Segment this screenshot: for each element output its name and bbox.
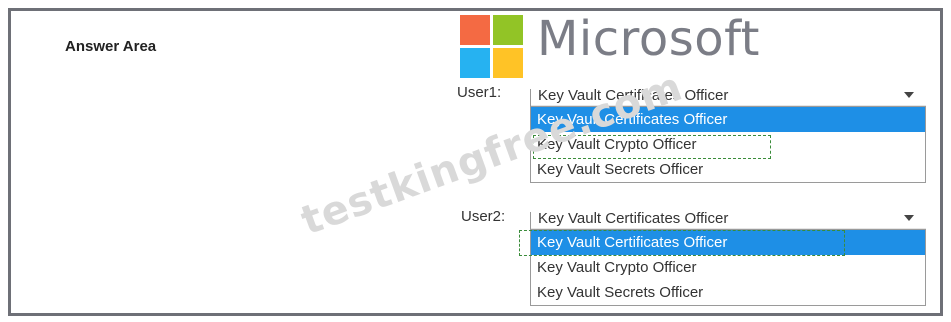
answer-area-title: Answer Area <box>65 38 157 55</box>
user2-option-secrets[interactable]: Key Vault Secrets Officer <box>531 280 925 305</box>
logo-square-red-icon <box>460 15 490 45</box>
user2-select[interactable]: Key Vault Certificates Officer <box>530 206 926 229</box>
user2-label: User2: <box>461 208 506 225</box>
logo-square-green-icon <box>493 15 523 45</box>
user1-option-secrets[interactable]: Key Vault Secrets Officer <box>531 157 925 182</box>
chevron-down-icon[interactable] <box>904 215 914 221</box>
logo-square-yellow-icon <box>493 48 523 78</box>
user1-selected-value: Key Vault Certificates Officer <box>538 87 729 104</box>
logo-square-blue-icon <box>460 48 490 78</box>
answer-area-panel: Answer Area Microsoft User1: Key Vault C… <box>11 11 940 313</box>
user1-option-crypto[interactable]: Key Vault Crypto Officer <box>531 132 925 157</box>
answer-area-frame: Answer Area Microsoft User1: Key Vault C… <box>8 8 943 316</box>
user1-select[interactable]: Key Vault Certificates Officer <box>530 83 926 106</box>
chevron-down-icon[interactable] <box>904 92 914 98</box>
logo-text: Microsoft <box>537 11 760 67</box>
user2-selected-value: Key Vault Certificates Officer <box>538 210 729 227</box>
user1-options-list: Key Vault Certificates Officer Key Vault… <box>530 106 926 183</box>
user1-label: User1: <box>457 84 502 101</box>
user2-option-certificates[interactable]: Key Vault Certificates Officer <box>531 230 925 255</box>
user1-option-certificates[interactable]: Key Vault Certificates Officer <box>531 107 925 132</box>
user1-dropdown[interactable]: Key Vault Certificates Officer Key Vault… <box>530 83 926 183</box>
user2-option-crypto[interactable]: Key Vault Crypto Officer <box>531 255 925 280</box>
user2-options-list: Key Vault Certificates Officer Key Vault… <box>530 229 926 306</box>
user2-dropdown[interactable]: Key Vault Certificates Officer Key Vault… <box>530 206 926 306</box>
